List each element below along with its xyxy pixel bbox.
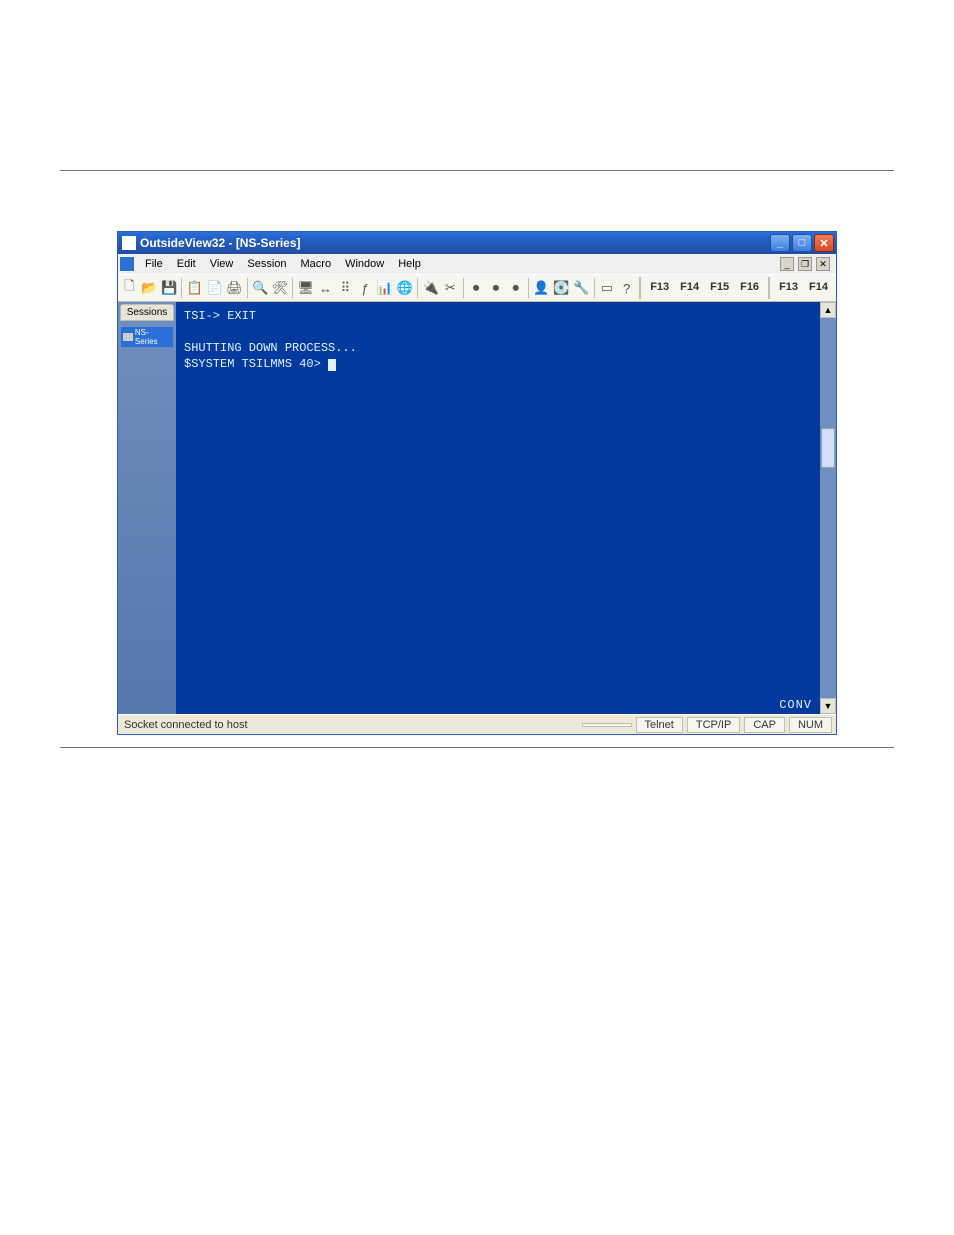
function-keys: F13 F14 F15 F16 F13 F14 [637, 277, 834, 299]
settings-icon[interactable]: 🛠 [271, 278, 290, 298]
document-icon [120, 257, 134, 271]
status-cell-blank [582, 723, 632, 727]
maximize-button[interactable]: □ [792, 234, 812, 252]
chart-icon[interactable]: 📊 [376, 278, 395, 298]
menu-view[interactable]: View [203, 255, 241, 273]
application-window: OutsideView32 - [NS-Series] _ □ ✕ File E… [117, 231, 837, 735]
titlebar[interactable]: OutsideView32 - [NS-Series] _ □ ✕ [118, 232, 836, 254]
record2-icon[interactable]: ⏺ [487, 278, 506, 298]
toolbar-separator [181, 278, 182, 298]
terminal-line: TSI-> EXIT [184, 309, 256, 323]
copy-icon[interactable]: 📋 [185, 278, 204, 298]
sessions-sidebar: Sessions NS-Series [118, 302, 176, 714]
window-icon[interactable]: ▭ [597, 278, 616, 298]
page-divider-top [60, 170, 894, 171]
session-label: NS-Series [135, 328, 171, 346]
mdi-restore-button[interactable]: ❐ [798, 257, 812, 271]
monitor-icon[interactable]: 🖥 [296, 278, 315, 298]
toolbar-separator [417, 278, 418, 298]
app-icon [122, 236, 136, 250]
status-protocol: Telnet [636, 717, 683, 733]
scroll-track[interactable] [820, 318, 836, 698]
vertical-scrollbar[interactable]: ▲ ▼ [820, 302, 836, 714]
toolbar-separator [528, 278, 529, 298]
scroll-thumb[interactable] [821, 428, 835, 468]
arrows-icon[interactable]: ↔ [316, 278, 335, 298]
menu-help[interactable]: Help [391, 255, 428, 273]
sessions-tab[interactable]: Sessions [120, 304, 174, 321]
menubar: File Edit View Session Macro Window Help… [118, 254, 836, 274]
mdi-controls: _ ❐ ✕ [780, 257, 836, 271]
find-icon[interactable]: 🔍 [251, 278, 270, 298]
terminal-status-word: CONV [779, 698, 812, 712]
status-message: Socket connected to host [122, 719, 578, 731]
terminal-line: SHUTTING DOWN PROCESS... [184, 341, 357, 355]
toolbar: 🗋 📂 💾 📋 📄 🖨 🔍 🛠 🖥 ↔ ⠿ ƒ 📊 🌐 🔌 ✂ ⏺ ⏺ ⏺ [118, 274, 836, 302]
toolbar-separator [768, 277, 770, 299]
scroll-down-button[interactable]: ▼ [820, 698, 836, 714]
disk-icon[interactable]: 💽 [552, 278, 571, 298]
new-icon[interactable]: 🗋 [120, 278, 139, 298]
plug-icon[interactable]: 🔌 [421, 278, 440, 298]
status-num: NUM [789, 717, 832, 733]
net-icon[interactable]: 🌐 [395, 278, 414, 298]
paste-icon[interactable]: 📄 [205, 278, 224, 298]
toolbar-separator [463, 278, 464, 298]
fx-icon[interactable]: ƒ [356, 278, 375, 298]
mdi-close-button[interactable]: ✕ [816, 257, 830, 271]
session-item-nsseries[interactable]: NS-Series [121, 327, 173, 347]
terminal-screen[interactable]: TSI-> EXIT SHUTTING DOWN PROCESS... $SYS… [176, 302, 820, 714]
record3-icon[interactable]: ⏺ [506, 278, 525, 298]
cut-icon[interactable]: ✂ [441, 278, 460, 298]
toolbar-separator [292, 278, 293, 298]
menu-edit[interactable]: Edit [170, 255, 203, 273]
dots-icon[interactable]: ⠿ [336, 278, 355, 298]
fkey-f14b[interactable]: F14 [805, 277, 832, 299]
status-transport: TCP/IP [687, 717, 740, 733]
statusbar: Socket connected to host Telnet TCP/IP C… [118, 714, 836, 734]
work-area: Sessions NS-Series TSI-> EXIT SHUTTING D… [118, 302, 836, 714]
menu-file[interactable]: File [138, 255, 170, 273]
user-icon[interactable]: 👤 [532, 278, 551, 298]
print-icon[interactable]: 🖨 [225, 278, 244, 298]
fkey-f13b[interactable]: F13 [775, 277, 802, 299]
menu-window[interactable]: Window [338, 255, 391, 273]
page-divider-bottom [60, 747, 894, 748]
open-icon[interactable]: 📂 [140, 278, 159, 298]
fkey-f16[interactable]: F16 [736, 277, 763, 299]
mdi-minimize-button[interactable]: _ [780, 257, 794, 271]
record1-icon[interactable]: ⏺ [467, 278, 486, 298]
toolbar-separator [639, 277, 641, 299]
menu-macro[interactable]: Macro [294, 255, 339, 273]
terminal-prompt: $SYSTEM TSILMMS 40> [184, 357, 328, 371]
close-button[interactable]: ✕ [814, 234, 834, 252]
menu-session[interactable]: Session [240, 255, 293, 273]
terminal-container: TSI-> EXIT SHUTTING DOWN PROCESS... $SYS… [176, 302, 836, 714]
session-icon [123, 333, 133, 341]
toolbar-separator [594, 278, 595, 298]
tool-icon[interactable]: 🔧 [572, 278, 591, 298]
toolbar-separator [247, 278, 248, 298]
fkey-f13[interactable]: F13 [646, 277, 673, 299]
fkey-f15[interactable]: F15 [706, 277, 733, 299]
status-cap: CAP [744, 717, 785, 733]
fkey-f14[interactable]: F14 [676, 277, 703, 299]
minimize-button[interactable]: _ [770, 234, 790, 252]
help-icon[interactable]: ? [617, 278, 636, 298]
terminal-cursor [328, 359, 336, 371]
window-controls: _ □ ✕ [770, 234, 834, 252]
scroll-up-button[interactable]: ▲ [820, 302, 836, 318]
window-title: OutsideView32 - [NS-Series] [140, 236, 770, 250]
save-icon[interactable]: 💾 [160, 278, 179, 298]
